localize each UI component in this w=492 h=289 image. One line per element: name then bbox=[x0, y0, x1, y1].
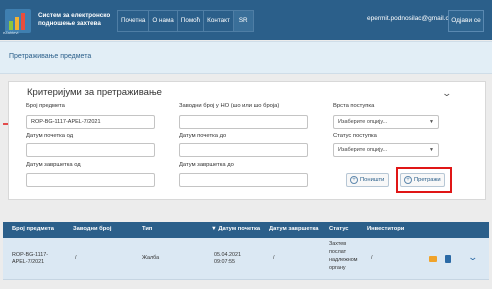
case-number-label: Број предмета bbox=[26, 103, 65, 109]
start-date-to-label: Датум почетка до bbox=[179, 133, 227, 139]
col-registry-number[interactable]: Заводни број bbox=[73, 226, 111, 232]
start-date-from-label: Датум почетка од bbox=[26, 133, 74, 139]
envelope-icon[interactable] bbox=[429, 256, 437, 262]
end-date-to-input[interactable] bbox=[179, 173, 308, 187]
app-title: Систем за електронско подношење захтева bbox=[38, 12, 111, 27]
row-start-time: 09:07:55 bbox=[214, 259, 235, 265]
end-date-to-label: Датум завршетка до bbox=[179, 162, 234, 168]
criteria-title: Критеријуми за претраживање bbox=[27, 87, 162, 98]
user-email: epermit.podnosilac@gmail.com bbox=[367, 15, 458, 22]
procedure-status-select[interactable]: Изаберите опцију... ▼ bbox=[333, 143, 439, 157]
col-end-date[interactable]: Датум завршетка bbox=[269, 226, 318, 232]
top-bar: eZahtevi Систем за електронско подношење… bbox=[0, 0, 492, 40]
end-date-from-input[interactable] bbox=[26, 173, 155, 187]
chevron-down-icon: ▼ bbox=[429, 147, 434, 153]
table-row[interactable]: ROP-BG-1117- APEL-7/2021 / Жалба 05.04.2… bbox=[3, 238, 489, 280]
row-case-number-line1: ROP-BG-1117- bbox=[12, 252, 49, 258]
logo-caption: eZahtevi bbox=[3, 30, 19, 35]
procedure-status-value: Изаберите опцију... bbox=[338, 147, 388, 153]
chevron-down-icon: ▼ bbox=[429, 119, 434, 125]
start-date-to-input[interactable] bbox=[179, 143, 308, 157]
language-switch[interactable]: SR bbox=[233, 11, 253, 31]
procedure-type-value: Изаберите опцију... bbox=[338, 119, 388, 125]
logout-button[interactable]: Одјави се bbox=[448, 10, 484, 32]
circle-icon: + bbox=[350, 176, 358, 184]
nav-home[interactable]: Почетна bbox=[118, 11, 150, 31]
row-status-line4: органу bbox=[329, 265, 346, 271]
procedure-status-label: Статус поступка bbox=[333, 133, 377, 139]
procedure-type-select[interactable]: Изаберите опцију... ▼ bbox=[333, 115, 439, 129]
collapse-chevron-icon[interactable]: ⌄ bbox=[441, 88, 452, 99]
page-title: Претраживање предмета bbox=[9, 53, 92, 60]
row-status-line3: надлежном bbox=[329, 257, 358, 263]
page-title-bar: Претраживање предмета bbox=[0, 41, 492, 74]
case-number-input[interactable] bbox=[26, 115, 155, 129]
table-header: Број предмета Заводни број Тип ▼ Датум п… bbox=[3, 222, 489, 238]
row-investors: / bbox=[371, 255, 373, 261]
row-status-line1: Захтев bbox=[329, 241, 347, 247]
clear-button[interactable]: + Поништи bbox=[346, 173, 389, 187]
procedure-type-label: Врста поступка bbox=[333, 103, 375, 109]
clear-button-label: Поништи bbox=[360, 177, 385, 183]
col-status[interactable]: Статус bbox=[329, 226, 349, 232]
row-start-date: 05.04.2021 bbox=[214, 252, 241, 258]
col-case-number[interactable]: Број предмета bbox=[12, 226, 54, 232]
nav-contact[interactable]: Контакт bbox=[204, 11, 234, 31]
col-investors[interactable]: Инвеститори bbox=[367, 226, 404, 232]
registry-number-input[interactable] bbox=[179, 115, 308, 129]
end-date-from-label: Датум завршетка од bbox=[26, 162, 81, 168]
col-type[interactable]: Тип bbox=[142, 226, 152, 232]
nav-help[interactable]: Помоћ bbox=[178, 11, 205, 31]
registry-number-label: Заводни број у НО (шо или шо броја) bbox=[179, 103, 280, 109]
expand-chevron-icon[interactable]: ⌄ bbox=[467, 252, 478, 263]
row-registry-number: / bbox=[75, 255, 77, 261]
col-start-date[interactable]: ▼ Датум почетка bbox=[211, 226, 260, 232]
document-icon[interactable] bbox=[445, 255, 451, 263]
row-type: Жалба bbox=[142, 255, 160, 261]
row-status-line2: послат bbox=[329, 249, 347, 255]
row-end-date: / bbox=[273, 255, 275, 261]
search-highlight-box bbox=[396, 167, 452, 193]
row-case-number-line2: APEL-7/2021 bbox=[12, 259, 45, 265]
start-date-from-input[interactable] bbox=[26, 143, 155, 157]
main-nav: Почетна О нама Помоћ Контакт SR bbox=[117, 10, 254, 32]
nav-about[interactable]: О нама bbox=[149, 11, 178, 31]
